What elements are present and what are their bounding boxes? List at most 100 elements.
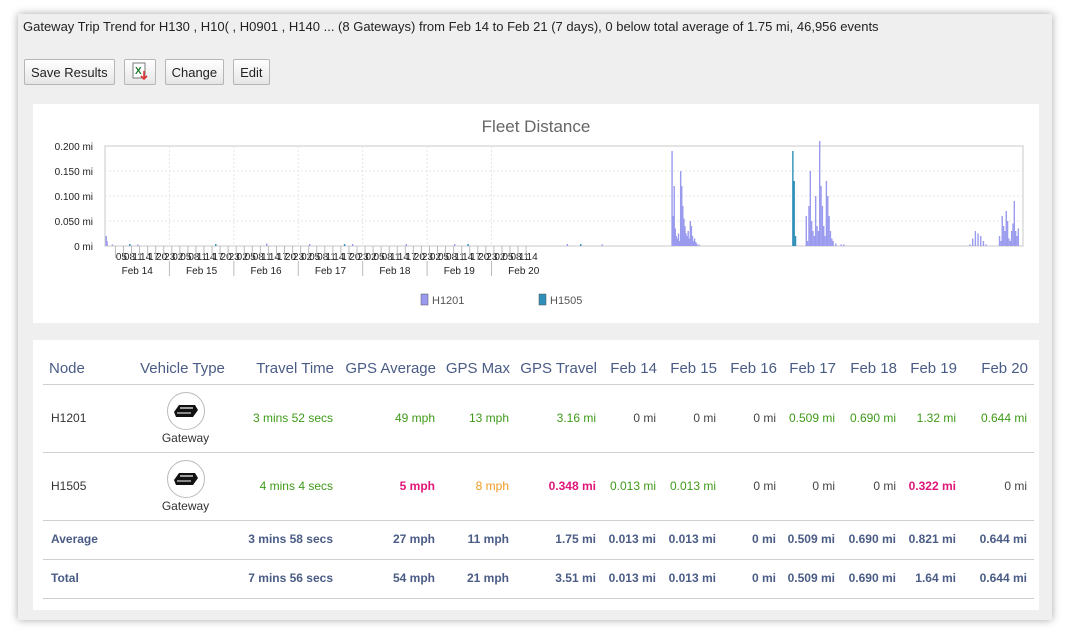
col-header-feb18[interactable]: Feb 18 xyxy=(842,354,903,385)
legend-label: H1201 xyxy=(432,295,464,307)
chart-bar xyxy=(1004,231,1006,246)
col-header-gps-average[interactable]: GPS Average xyxy=(340,354,442,385)
chart-bar xyxy=(982,241,985,246)
chart-bar xyxy=(820,186,822,246)
chart-bar xyxy=(998,236,1001,246)
day-cell-feb18: 0.690 mi xyxy=(842,384,903,453)
gps-average-cell: 49 mph xyxy=(340,384,442,453)
chart-bar xyxy=(805,216,807,246)
gps-travel-cell: 0.348 mi xyxy=(516,452,603,521)
chart-bar xyxy=(829,231,832,246)
day-label: Feb 16 xyxy=(250,266,282,277)
excel-export-button[interactable]: X xyxy=(123,59,156,85)
chart-bar xyxy=(840,244,842,246)
chart-bar xyxy=(1016,236,1018,246)
col-header-gps-max[interactable]: GPS Max xyxy=(442,354,516,385)
chart-bar xyxy=(824,236,826,246)
chart-bar xyxy=(1006,221,1009,246)
fleet-distance-chart: Fleet Distance 0.200 mi 0.150 mi 0.100 mi 0.… xyxy=(33,104,1039,323)
day-cell-feb17: 0 mi xyxy=(783,452,842,521)
save-results-button[interactable]: Save Results xyxy=(24,59,115,85)
chart-bar xyxy=(814,196,817,246)
chart-bar xyxy=(832,241,834,246)
chart-bar xyxy=(106,241,108,246)
day-cell-feb15: 0.013 mi xyxy=(663,520,723,560)
node-cell[interactable]: H1505 xyxy=(43,452,133,521)
col-header-travel-time[interactable]: Travel Time xyxy=(238,354,340,385)
y-tick-label: 0.200 mi xyxy=(55,142,93,153)
chart-bar xyxy=(794,236,797,246)
col-header-feb16[interactable]: Feb 16 xyxy=(723,354,783,385)
col-header-feb17[interactable]: Feb 17 xyxy=(783,354,842,385)
vehicle-type-label: Gateway xyxy=(161,430,210,445)
chart-bar xyxy=(343,244,346,246)
gps-average-cell: 54 mph xyxy=(340,559,442,599)
y-tick-label: 0.100 mi xyxy=(55,192,93,203)
chart-bar xyxy=(405,244,408,246)
day-cell-feb15: 0.013 mi xyxy=(663,452,723,521)
node-cell[interactable]: H1201 xyxy=(43,384,133,453)
col-header-feb19[interactable]: Feb 19 xyxy=(903,354,963,385)
day-cell-feb17: 0.509 mi xyxy=(783,520,842,560)
col-header-gps-travel[interactable]: GPS Travel xyxy=(516,354,603,385)
col-header-feb15[interactable]: Feb 15 xyxy=(663,354,723,385)
gps-average-cell: 27 mph xyxy=(340,520,442,560)
day-cell-feb19: 0.322 mi xyxy=(903,452,963,521)
report-window: Gateway Trip Trend for H130 , H10( , H09… xyxy=(18,14,1052,620)
chart-bar xyxy=(828,216,830,246)
trip-table: Node Vehicle Type Travel Time GPS Averag… xyxy=(43,354,1034,599)
chart-bar xyxy=(977,233,979,246)
chart-bar xyxy=(1017,228,1020,246)
edit-button[interactable]: Edit xyxy=(233,59,270,85)
day-cell-feb17: 0.509 mi xyxy=(783,559,842,599)
day-cell-feb15: 0.013 mi xyxy=(663,559,723,599)
chart-bar xyxy=(843,244,845,246)
gps-travel-cell: 1.75 mi xyxy=(516,520,603,560)
chart-bar xyxy=(1002,226,1005,246)
y-tick-label: 0 mi xyxy=(74,242,93,253)
change-button[interactable]: Change xyxy=(164,59,225,85)
chart-bar xyxy=(351,244,354,246)
vehicle-type-cell xyxy=(133,520,238,560)
vehicle-type-cell: Gateway xyxy=(133,384,238,453)
total-row: Total 7 mins 56 secs 54 mph 21 mph 3.51 … xyxy=(43,559,1034,599)
excel-export-icon: X xyxy=(130,61,150,84)
day-cell-feb14: 0.013 mi xyxy=(603,452,663,521)
day-cell-feb14: 0 mi xyxy=(603,384,663,453)
chart-bar xyxy=(816,226,818,246)
chart-bar xyxy=(819,141,821,246)
col-header-vehicle-type[interactable]: Vehicle Type xyxy=(133,354,238,385)
col-header-feb20[interactable]: Feb 20 xyxy=(963,354,1034,385)
chart-bar xyxy=(808,206,810,246)
day-cell-feb20: 0.644 mi xyxy=(963,520,1034,560)
day-cell-feb19: 1.32 mi xyxy=(903,384,963,453)
chart-bar xyxy=(1012,223,1014,246)
chart-bar xyxy=(821,206,824,246)
day-label: Feb 15 xyxy=(186,266,218,277)
chart-canvas: Fleet Distance 0.200 mi 0.150 mi 0.100 mi 0.… xyxy=(55,117,1024,307)
day-label: Feb 18 xyxy=(379,266,411,277)
chart-bar xyxy=(1014,231,1017,246)
day-cell-feb20: 0.644 mi xyxy=(963,384,1034,453)
legend-swatch xyxy=(420,293,429,306)
gps-max-cell: 13 mph xyxy=(442,384,516,453)
chart-bar xyxy=(580,244,582,246)
chart-bar xyxy=(601,244,603,246)
day-cell-feb16: 0 mi xyxy=(723,559,783,599)
chart-bar xyxy=(972,238,974,246)
col-header-feb14[interactable]: Feb 14 xyxy=(603,354,663,385)
chart-bar xyxy=(1005,211,1007,246)
chart-bar xyxy=(1009,241,1011,246)
chart-bar xyxy=(793,181,795,246)
chart-bar xyxy=(980,236,982,246)
chart-bar xyxy=(835,243,837,246)
chart-bar xyxy=(1008,238,1010,246)
chart-bar xyxy=(698,244,700,246)
chart-bar xyxy=(1001,216,1003,246)
day-cell-feb16: 0 mi xyxy=(723,384,783,453)
col-header-node[interactable]: Node xyxy=(43,354,133,385)
gps-travel-cell: 3.16 mi xyxy=(516,384,603,453)
gateway-vehicle-icon xyxy=(166,391,205,430)
day-cell-feb14: 0.013 mi xyxy=(603,520,663,560)
day-cell-feb20: 0 mi xyxy=(963,452,1034,521)
